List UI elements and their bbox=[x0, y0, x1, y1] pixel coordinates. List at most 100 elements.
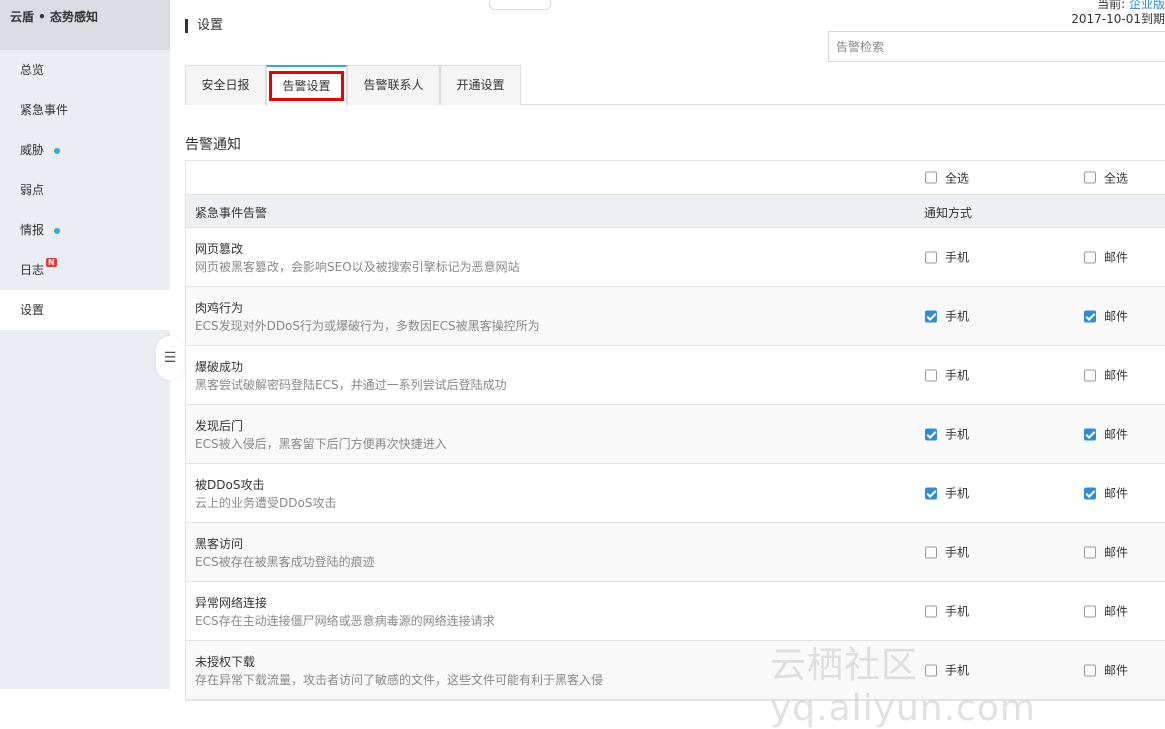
checkbox-box bbox=[925, 487, 937, 499]
sidebar-item-weakness[interactable]: 弱点 bbox=[0, 170, 170, 210]
tab-alert-settings[interactable]: 告警设置 bbox=[266, 65, 347, 106]
sidebar-item-label: 设置 bbox=[20, 303, 45, 317]
checkbox-label: 邮件 bbox=[1104, 427, 1129, 442]
checkbox-label: 手机 bbox=[945, 368, 970, 383]
alert-description: 云上的业务遭受DDoS攻击 bbox=[195, 496, 337, 510]
alert-title: 网页篡改 bbox=[195, 242, 244, 256]
checkbox-box bbox=[1084, 428, 1096, 440]
expiry-date: 2017-10-01到期 bbox=[1071, 12, 1165, 26]
alert-description: ECS被入侵后，黑客留下后门方便再次快捷进入 bbox=[195, 437, 447, 451]
sidebar-item-log[interactable]: 日志 N bbox=[0, 250, 170, 290]
alert-description: ECS发现对外DDoS行为或爆破行为，多数因ECS被黑客操控所为 bbox=[195, 319, 540, 333]
tab-label: 安全日报 bbox=[201, 78, 250, 92]
table-row: 爆破成功黑客尝试破解密码登陆ECS，并通过一系列尝试后登陆成功 手机 邮件 bbox=[186, 346, 1165, 405]
phone-checkbox[interactable]: 手机 bbox=[925, 308, 969, 325]
alert-description: 黑客尝试破解密码登陆ECS，并通过一系列尝试后登陆成功 bbox=[195, 378, 507, 392]
sidebar-item-label: 日志 bbox=[20, 263, 45, 277]
checkbox-label: 手机 bbox=[945, 604, 970, 619]
phone-checkbox[interactable]: 手机 bbox=[925, 426, 969, 443]
tab-label: 开通设置 bbox=[456, 78, 505, 92]
checkbox-box bbox=[925, 310, 937, 322]
alert-title: 发现后门 bbox=[195, 419, 244, 433]
brand-title: 云盾 • 态势感知 bbox=[0, 0, 170, 50]
sidebar-item-label: 总览 bbox=[20, 63, 45, 77]
checkbox-label: 邮件 bbox=[1104, 309, 1129, 324]
select-all-mail-checkbox[interactable]: 全选 bbox=[1084, 169, 1128, 186]
checkbox-box bbox=[925, 546, 937, 558]
checkbox-box bbox=[1084, 487, 1096, 499]
checkbox-label: 邮件 bbox=[1104, 250, 1129, 265]
watermark: 云栖社区 yq.aliyun.com bbox=[770, 645, 1036, 729]
checkbox-box bbox=[1084, 251, 1096, 263]
column-header-event: 紧急事件告警 bbox=[195, 206, 268, 220]
table-row: 肉鸡行为 ECS发现对外DDoS行为或爆破行为，多数因ECS被黑客操控所为 手机 邮件 bbox=[186, 287, 1165, 346]
tab-daily-report[interactable]: 安全日报 bbox=[185, 65, 266, 105]
highlight-box: 告警设置 bbox=[269, 71, 344, 101]
phone-checkbox[interactable]: 手机 bbox=[925, 485, 969, 502]
mail-checkbox[interactable]: 邮件 bbox=[1084, 249, 1128, 266]
sidebar-item-intel[interactable]: 情报 bbox=[0, 210, 170, 250]
tab-activation-settings[interactable]: 开通设置 bbox=[440, 65, 521, 105]
mail-checkbox[interactable]: 邮件 bbox=[1084, 308, 1128, 325]
table-row: 被DDoS攻击 云上的业务遭受DDoS攻击 手机 邮件 bbox=[186, 464, 1165, 523]
checkbox-label: 手机 bbox=[945, 486, 970, 501]
checkbox-label: 全选 bbox=[945, 171, 970, 185]
checkbox-box bbox=[925, 251, 937, 263]
alert-title: 未授权下载 bbox=[195, 655, 256, 669]
floating-toolbar[interactable] bbox=[489, 0, 551, 10]
mail-checkbox[interactable]: 邮件 bbox=[1084, 367, 1128, 384]
checkbox-label: 邮件 bbox=[1104, 368, 1129, 383]
alert-search-input[interactable] bbox=[828, 31, 1165, 62]
sidebar: 云盾 • 态势感知 总览 紧急事件 威胁 弱点 情报 日志 N 设置 bbox=[0, 0, 170, 689]
alert-description: ECS被存在被黑客成功登陆的痕迹 bbox=[195, 555, 375, 569]
alert-description: 存在异常下载流量，攻击者访问了敏感的文件，这些文件可能有利于黑客入侵 bbox=[195, 673, 604, 687]
sidebar-item-label: 紧急事件 bbox=[20, 103, 69, 117]
checkbox-label: 手机 bbox=[945, 545, 970, 560]
checkbox-label: 手机 bbox=[945, 250, 970, 265]
section-title: 告警通知 bbox=[185, 137, 241, 153]
sidebar-item-overview[interactable]: 总览 bbox=[0, 50, 170, 90]
checkbox-label: 手机 bbox=[945, 309, 970, 324]
mail-checkbox[interactable]: 邮件 bbox=[1084, 485, 1128, 502]
sidebar-item-label: 弱点 bbox=[20, 183, 45, 197]
mail-checkbox[interactable]: 邮件 bbox=[1084, 426, 1128, 443]
mail-checkbox[interactable]: 邮件 bbox=[1084, 603, 1128, 620]
phone-checkbox[interactable]: 手机 bbox=[925, 367, 969, 384]
mail-checkbox[interactable]: 邮件 bbox=[1084, 544, 1128, 561]
tab-alert-contacts[interactable]: 告警联系人 bbox=[347, 65, 440, 105]
alert-title: 肉鸡行为 bbox=[195, 301, 244, 315]
page-title: 设置 bbox=[185, 19, 223, 33]
checkbox-box bbox=[925, 369, 937, 381]
checkbox-box bbox=[925, 428, 937, 440]
current-label: 当前: bbox=[1097, 0, 1126, 11]
checkbox-box bbox=[1084, 171, 1096, 184]
tab-bar: 安全日报 告警设置 告警联系人 开通设置 bbox=[185, 65, 1165, 106]
edition-link[interactable]: 企业版 bbox=[1129, 0, 1165, 11]
checkbox-box bbox=[1084, 605, 1096, 617]
table-row: 发现后门 ECS被入侵后，黑客留下后门方便再次快捷进入 手机 邮件 bbox=[186, 405, 1165, 464]
alert-title: 黑客访问 bbox=[195, 537, 244, 551]
notification-dot bbox=[54, 147, 61, 154]
alert-description: 网页被黑客篡改，会影响SEO以及被搜索引擎标记为恶意网站 bbox=[195, 260, 520, 274]
alert-table: 全选 全选 紧急事件告警 通知方式 网页篡改网页被黑客篡改，会影响SEO以及被搜… bbox=[185, 160, 1165, 701]
sidebar-item-threat[interactable]: 威胁 bbox=[0, 130, 170, 170]
select-all-phone-checkbox[interactable]: 全选 bbox=[925, 169, 969, 186]
sidebar-item-emergency[interactable]: 紧急事件 bbox=[0, 90, 170, 130]
tab-label: 告警设置 bbox=[282, 79, 331, 93]
sidebar-item-label: 情报 bbox=[20, 223, 45, 237]
select-all-row: 全选 全选 bbox=[186, 161, 1165, 195]
edition-info: 当前: 企业版 2017-10-01到期 bbox=[1071, 0, 1165, 27]
phone-checkbox[interactable]: 手机 bbox=[925, 544, 969, 561]
notification-dot bbox=[54, 227, 61, 234]
new-badge: N bbox=[46, 258, 57, 267]
phone-checkbox[interactable]: 手机 bbox=[925, 249, 969, 266]
table-header: 紧急事件告警 通知方式 bbox=[186, 195, 1165, 228]
sidebar-collapse-button[interactable]: ☰ bbox=[156, 336, 184, 380]
table-row: 网页篡改网页被黑客篡改，会影响SEO以及被搜索引擎标记为恶意网站 手机 邮件 bbox=[186, 228, 1165, 287]
alert-title: 爆破成功 bbox=[195, 360, 244, 374]
checkbox-label: 手机 bbox=[945, 427, 970, 442]
checkbox-box bbox=[1084, 310, 1096, 322]
checkbox-box bbox=[1084, 546, 1096, 558]
phone-checkbox[interactable]: 手机 bbox=[925, 603, 969, 620]
sidebar-item-settings[interactable]: 设置 bbox=[0, 290, 170, 330]
